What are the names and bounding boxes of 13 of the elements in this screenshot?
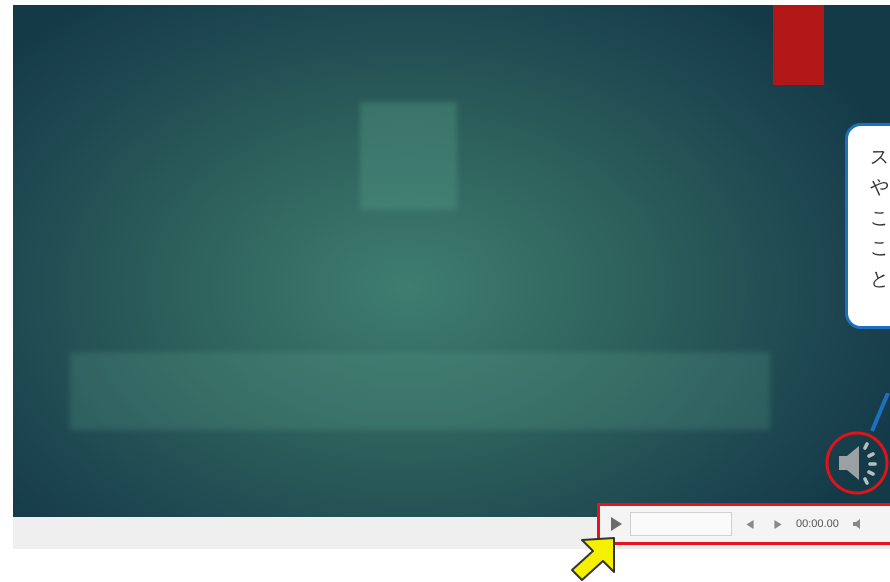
volume-button[interactable] xyxy=(852,519,863,529)
time-display: 00:00.00 xyxy=(796,518,839,530)
play-icon xyxy=(610,517,622,531)
step-back-icon xyxy=(746,520,754,528)
play-button[interactable] xyxy=(610,517,622,531)
step-back-button[interactable] xyxy=(746,520,754,528)
pointing-arrow-drawing xyxy=(570,536,618,582)
speaker-icon[interactable] xyxy=(825,430,889,496)
step-forward-button[interactable] xyxy=(774,520,782,528)
step-forward-icon xyxy=(774,520,782,528)
callout-text: スやここと xyxy=(870,145,889,292)
volume-icon xyxy=(852,519,863,529)
progress-track[interactable] xyxy=(630,512,732,536)
